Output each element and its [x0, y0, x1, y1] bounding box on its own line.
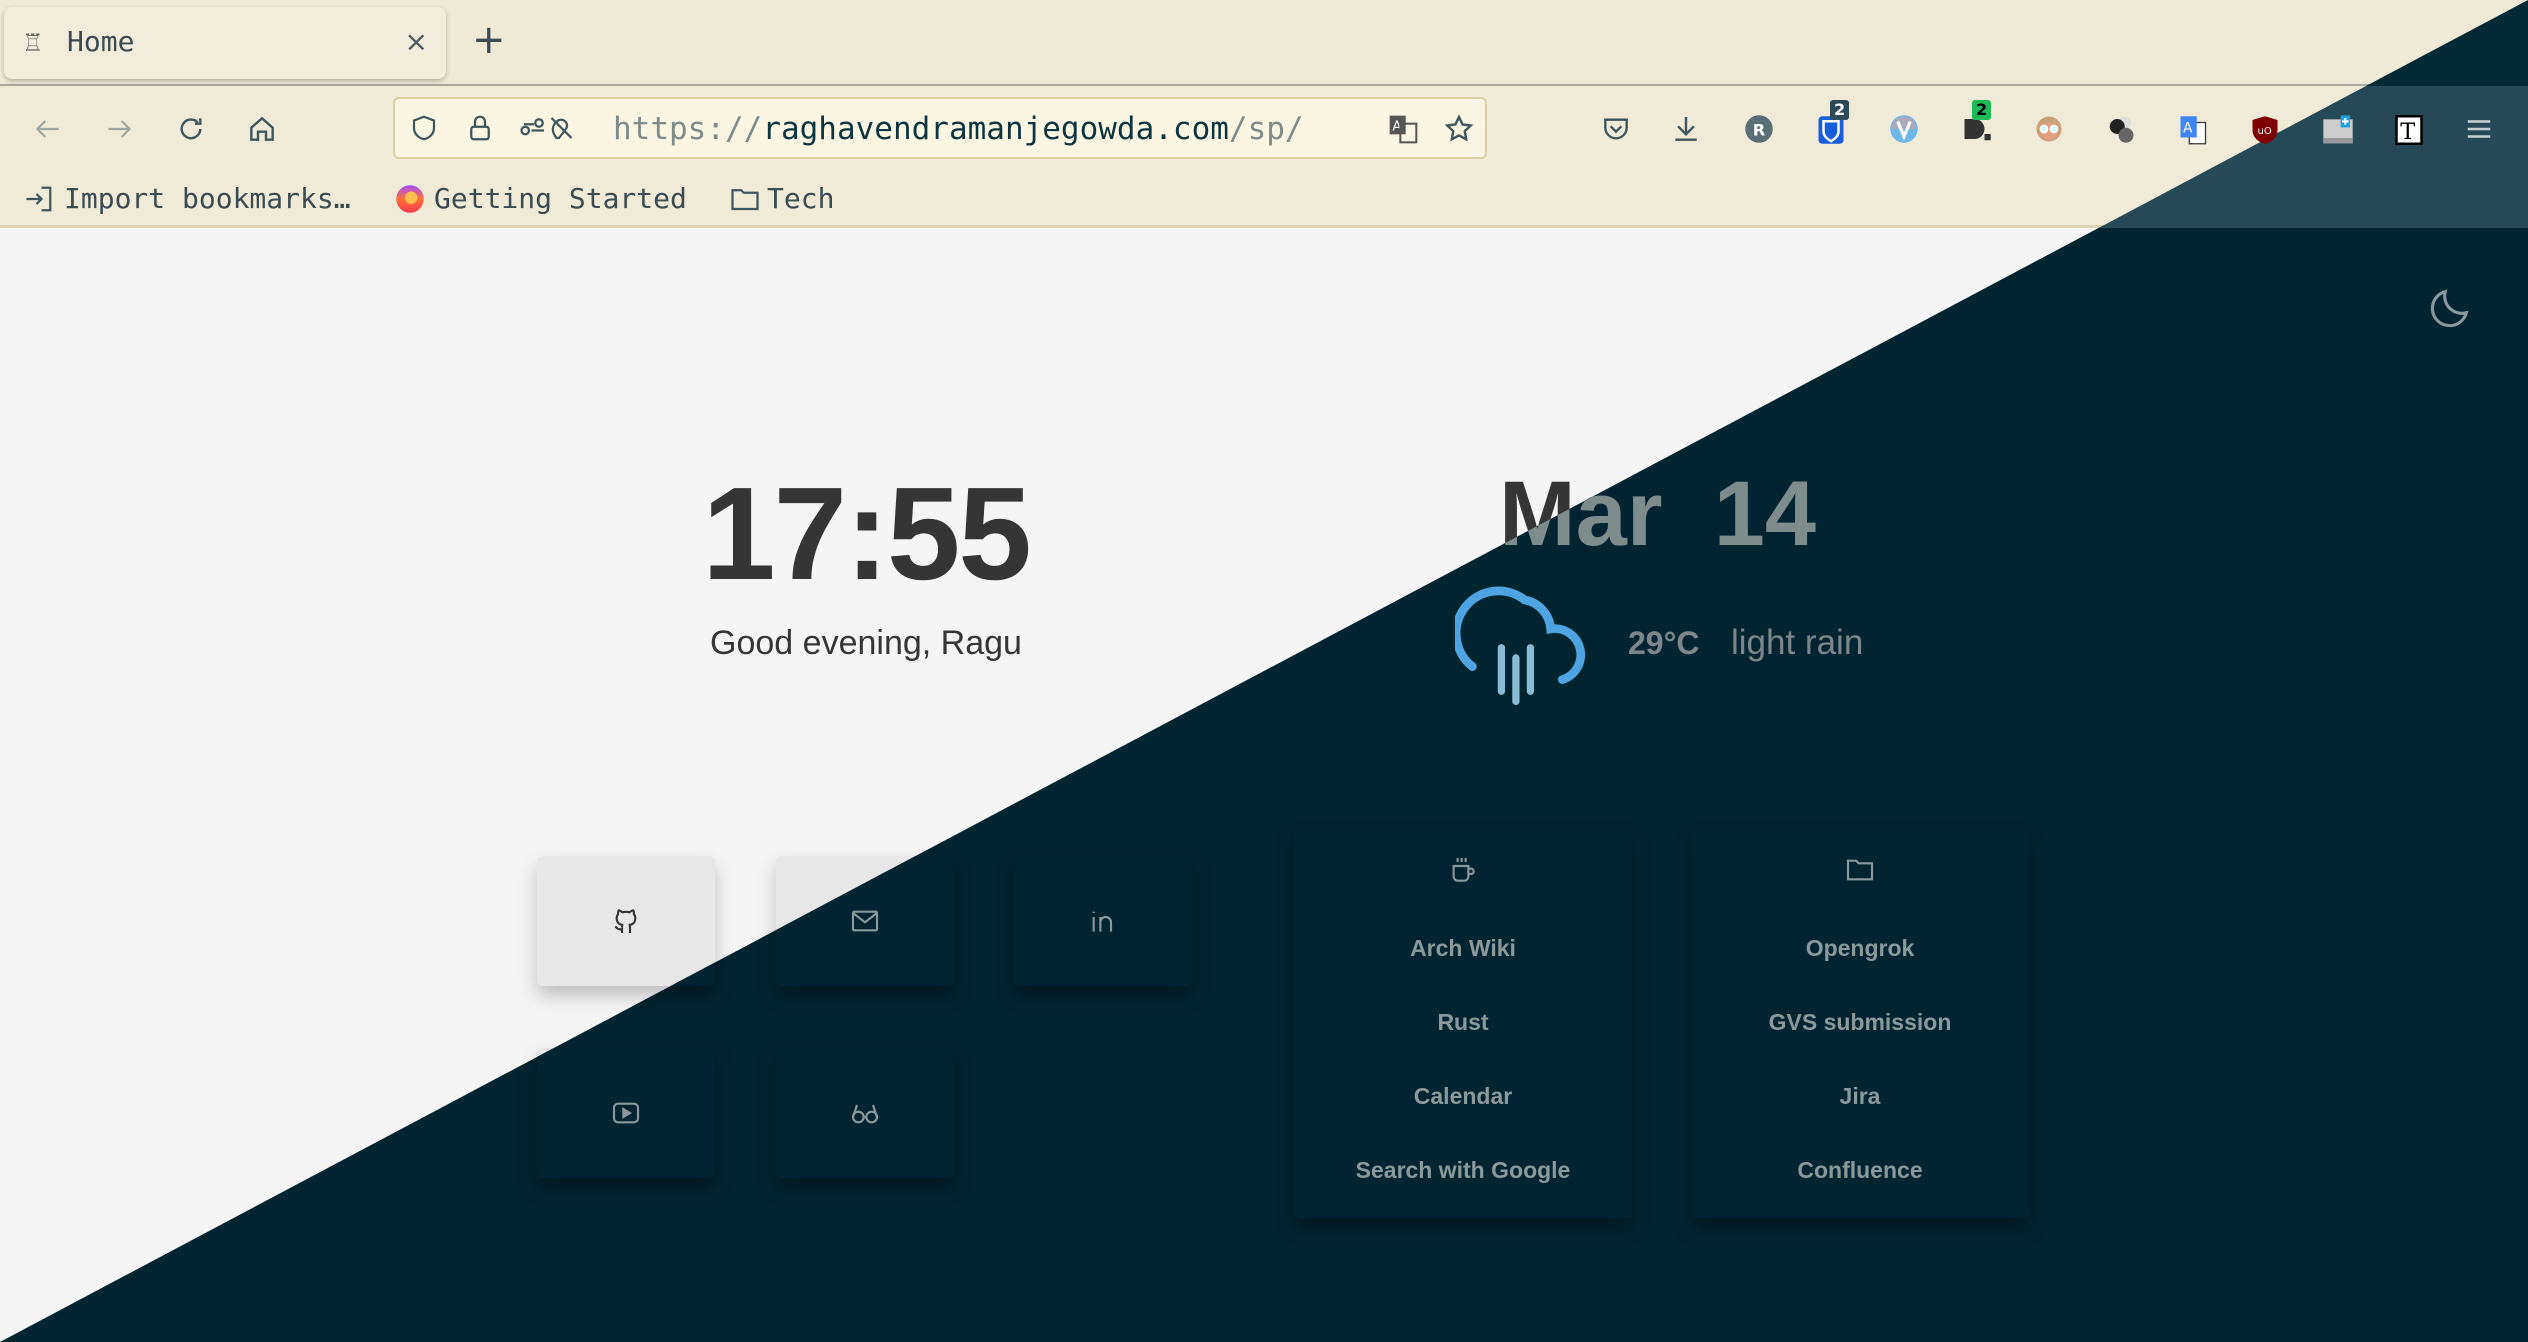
favicon-icon: ♖	[22, 29, 44, 57]
linkedin-link[interactable]	[1014, 856, 1192, 986]
firefox-icon	[395, 184, 425, 214]
d-extension-badge: 2	[1972, 100, 1992, 120]
link-list-2: Opengrok GVS submission Jira Confluence	[1691, 830, 2029, 1218]
link-search-google[interactable]: Search with Google	[1294, 1157, 1632, 1184]
translate-page-icon[interactable]: A	[1387, 113, 1419, 145]
folder-icon	[1844, 854, 1876, 886]
github-link[interactable]	[537, 856, 715, 986]
r-extension-icon[interactable]: R	[1744, 114, 1774, 144]
menu-icon[interactable]	[2464, 114, 2494, 144]
link-calendar[interactable]: Calendar	[1294, 1083, 1632, 1110]
ublock-letter: uO	[2258, 126, 2272, 137]
home-button[interactable]	[246, 113, 278, 145]
link-list-1: Arch Wiki Rust Calendar Search with Goog…	[1294, 830, 1632, 1218]
link-arch-wiki[interactable]: Arch Wiki	[1294, 935, 1632, 962]
avatar-extension-icon[interactable]	[2034, 114, 2064, 144]
coffee-icon	[1447, 854, 1479, 886]
tracking-shield-icon[interactable]	[409, 113, 439, 143]
link-confluence[interactable]: Confluence	[1691, 1157, 2029, 1184]
text-extension-icon[interactable]: T	[2394, 114, 2424, 146]
v-extension-icon[interactable]	[1889, 114, 1919, 144]
cloud-rain-icon	[1451, 568, 1600, 713]
tab-strip: ♖ Home × +	[0, 0, 2528, 86]
reload-button[interactable]	[175, 113, 207, 145]
download-icon[interactable]	[1670, 113, 1702, 145]
link-jira[interactable]: Jira	[1691, 1083, 2029, 1110]
clock: 17:55	[702, 460, 1032, 607]
moon-icon[interactable]	[2428, 284, 2474, 330]
youtube-icon	[612, 1102, 640, 1124]
tab-home[interactable]: ♖ Home ×	[4, 7, 446, 79]
permissions-icon[interactable]	[519, 113, 579, 143]
link-rust[interactable]: Rust	[1294, 1009, 1632, 1036]
text-extension-letter: T	[2400, 119, 2415, 145]
bookmark-import[interactable]: Import bookmarks…	[64, 182, 351, 215]
glasses-link[interactable]	[776, 1048, 954, 1178]
tab-close-button[interactable]: ×	[405, 25, 428, 58]
svg-text:A: A	[2183, 121, 2193, 137]
bitwarden-badge: 2	[1830, 100, 1850, 120]
weather-condition: light rain	[1731, 623, 1864, 662]
address-bar[interactable]: https://raghavendramanjegowda.com/sp/ A	[393, 97, 1487, 159]
forward-button[interactable]	[103, 113, 135, 145]
github-icon	[614, 909, 637, 933]
linkedin-icon	[1092, 911, 1113, 932]
temperature: 29°C	[1628, 625, 1700, 661]
spheres-extension-icon[interactable]	[2106, 114, 2136, 144]
new-tab-button[interactable]: +	[472, 20, 506, 60]
tab-extension-icon[interactable]	[2322, 114, 2354, 146]
pocket-icon[interactable]	[1600, 113, 1632, 145]
greeting: Good evening, Ragu	[710, 624, 1022, 662]
tab-title: Home	[67, 25, 135, 58]
import-icon	[24, 184, 54, 214]
mail-icon	[851, 910, 879, 932]
r-extension-letter: R	[1753, 120, 1766, 139]
url-text[interactable]: https://raghavendramanjegowda.com/sp/	[613, 111, 1304, 147]
translate-extension-icon[interactable]: A	[2178, 114, 2208, 146]
back-button[interactable]	[32, 113, 64, 145]
folder-icon	[730, 184, 760, 214]
link-gvs-submission[interactable]: GVS submission	[1691, 1009, 2029, 1036]
bookmark-getting-started[interactable]: Getting Started	[434, 182, 687, 215]
glasses-icon	[851, 1104, 879, 1124]
bookmark-folder-tech[interactable]: Tech	[767, 182, 834, 215]
link-opengrok[interactable]: Opengrok	[1691, 935, 2029, 962]
youtube-link[interactable]	[537, 1048, 715, 1178]
bookmark-star-icon[interactable]	[1443, 113, 1475, 145]
lock-icon[interactable]	[465, 113, 495, 143]
